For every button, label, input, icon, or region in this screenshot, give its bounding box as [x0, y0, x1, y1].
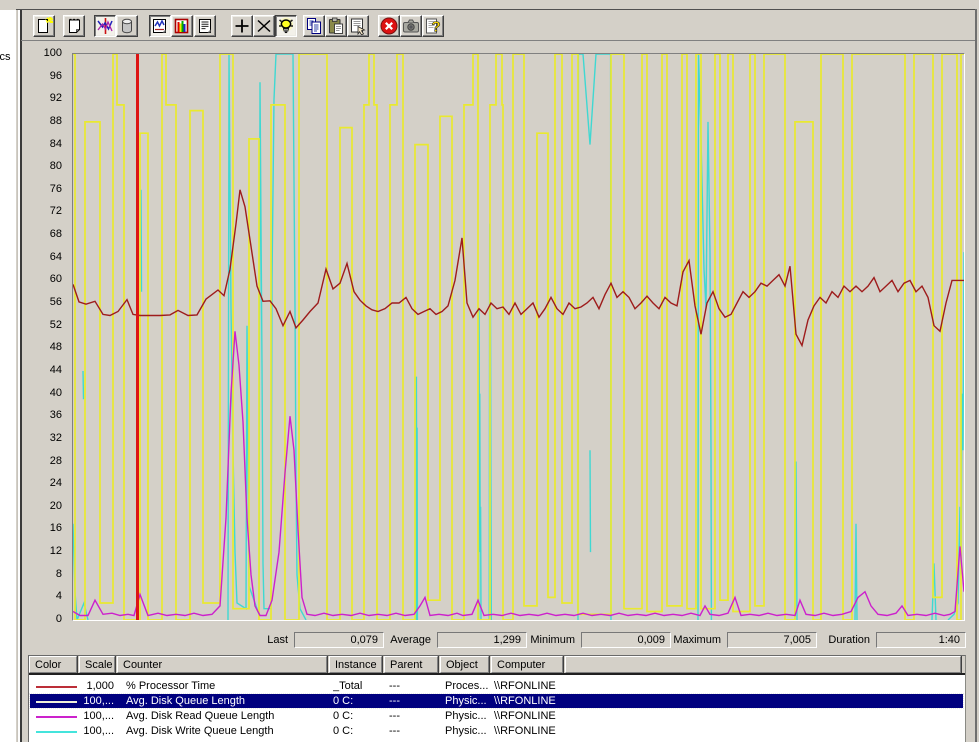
svg-text:?: ? [432, 19, 441, 36]
